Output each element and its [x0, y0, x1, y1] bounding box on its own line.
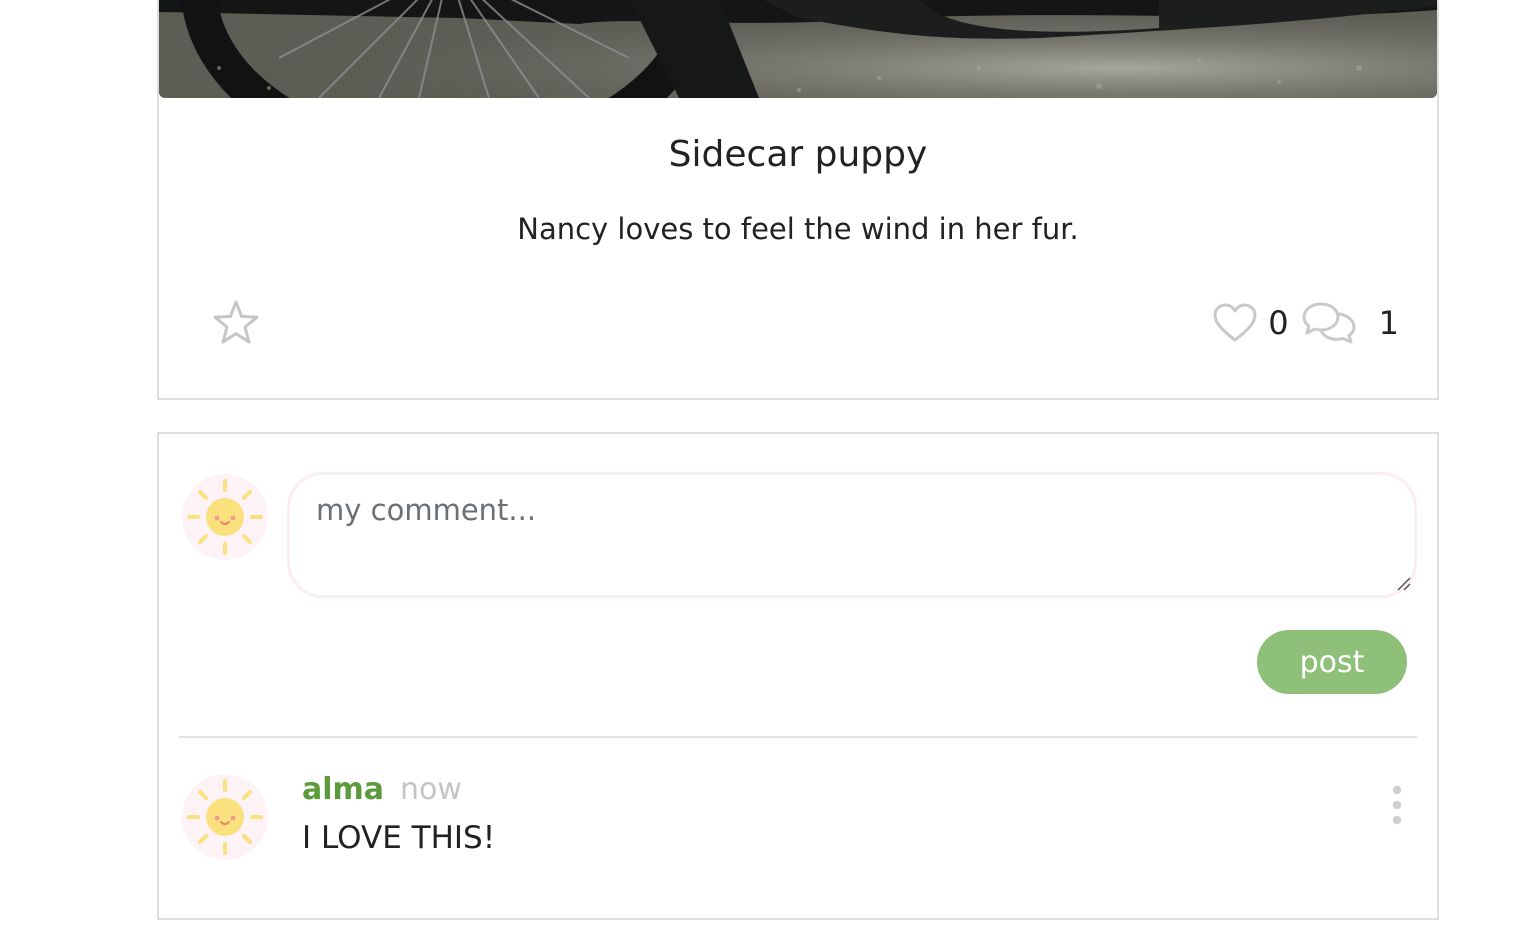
resize-handle-icon[interactable] — [1396, 576, 1412, 592]
sun-face-icon — [187, 479, 263, 555]
comments-count: 1 — [1378, 304, 1399, 342]
post-photo — [159, 0, 1437, 98]
favorite-button[interactable] — [211, 298, 261, 348]
comment-author[interactable]: alma — [302, 772, 384, 807]
like-button[interactable]: 0 — [1212, 302, 1289, 344]
comments-button[interactable]: 1 — [1301, 300, 1399, 346]
comment-meta: alma now — [302, 772, 462, 807]
post-title: Sidecar puppy — [668, 134, 928, 175]
comments-card: post alma now I LOVE THIS! — [157, 432, 1439, 920]
comment-input[interactable] — [287, 472, 1417, 598]
sun-face-icon — [187, 779, 263, 855]
post-caption: Nancy loves to feel the wind in her fur. — [517, 212, 1079, 246]
heart-outline-icon — [1213, 303, 1257, 342]
post-card: Sidecar puppy Nancy loves to feel the wi… — [157, 0, 1439, 400]
comments-divider — [179, 736, 1417, 738]
post-comment-button[interactable]: post — [1257, 630, 1407, 694]
comment-text: I LOVE THIS! — [302, 820, 496, 856]
post-stats: 0 1 — [1212, 298, 1399, 348]
comment-author-avatar[interactable] — [182, 774, 268, 860]
sidecar-motorcycle-photo — [159, 0, 1437, 98]
speech-bubbles-icon — [1302, 302, 1356, 344]
current-user-avatar — [182, 474, 268, 560]
likes-count: 0 — [1268, 304, 1289, 342]
comment-menu-button[interactable] — [1385, 784, 1409, 826]
vertical-dots-icon — [1392, 785, 1402, 825]
star-outline-icon — [213, 300, 259, 344]
comment-timestamp: now — [400, 772, 462, 807]
